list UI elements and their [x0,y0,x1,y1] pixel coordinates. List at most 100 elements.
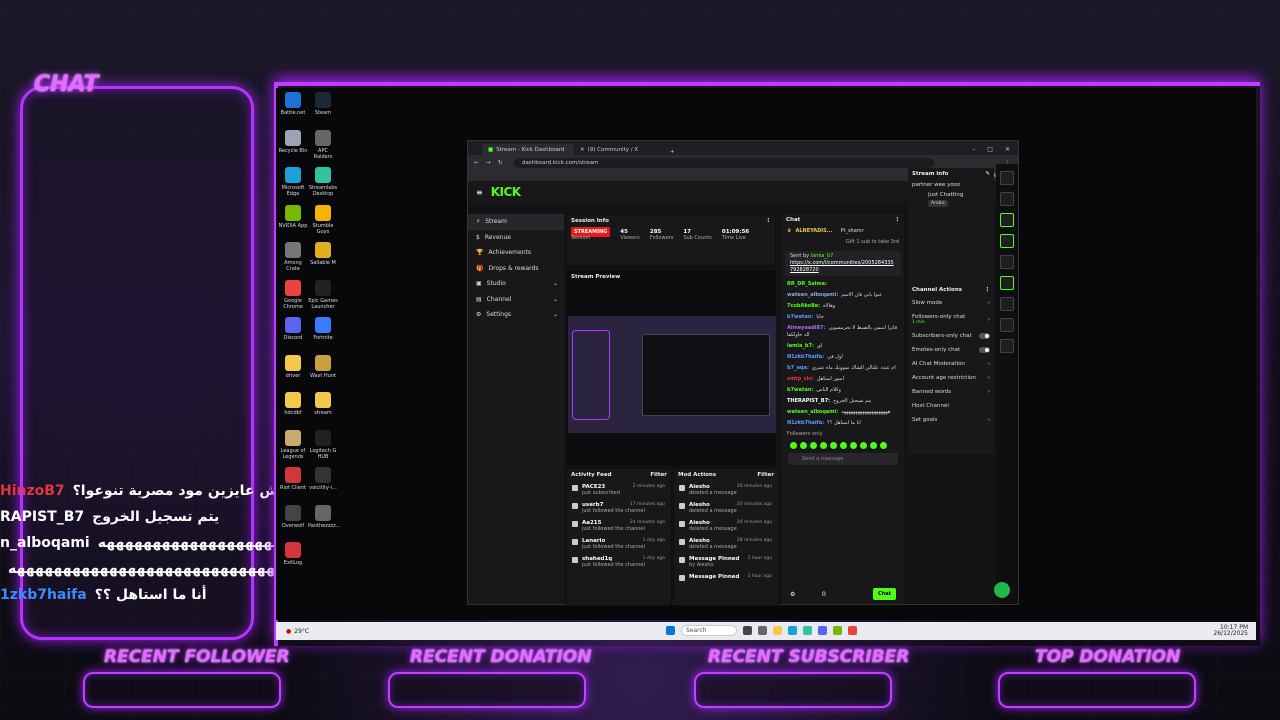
more-icon[interactable]: ⋮ [766,218,772,224]
desktop-icon[interactable]: Among Crate [278,242,308,272]
task-view-icon[interactable] [743,626,752,635]
chat-username[interactable]: lamia_b7: [787,343,814,349]
channel-action-account-age-restriction[interactable]: Account age restriction › [908,371,994,385]
widgets-icon[interactable] [758,626,767,635]
clock[interactable]: 10:17 PM 26/12/2025 [1213,625,1248,637]
start-icon[interactable] [666,626,675,635]
tab-x-community[interactable]: ✕ (9) Community / X [574,144,666,155]
desktop-icon[interactable]: NVIDIA App [278,204,308,229]
close-icon[interactable]: ✕ [1005,146,1010,153]
activity-filter[interactable]: Filter [650,472,667,478]
chat-username[interactable]: 7cobAkoBe: [787,303,820,309]
desktop-icon[interactable]: Riot Client [278,467,308,491]
edit-icon[interactable]: ✎ [985,171,990,177]
chat-username[interactable]: b7watan: [787,314,813,320]
emote-icon[interactable] [860,442,867,449]
emote-icon[interactable] [810,442,817,449]
toolbar-pen-icon[interactable] [1000,192,1014,206]
chat-more-icon[interactable]: ⋮ [895,217,901,223]
nav-item-drops-rewards[interactable]: 🎁 Drops & rewards [468,261,564,277]
nvidia-icon[interactable] [833,626,842,635]
chat-input[interactable]: Send a message [788,453,898,465]
toolbar-doc-icon[interactable] [1000,255,1014,269]
discord-icon[interactable] [818,626,827,635]
desktop-icon[interactable]: Sellable M [308,242,338,266]
chat-send-button[interactable]: Chat [873,588,896,600]
emote-icon[interactable] [850,442,857,449]
nav-item-settings[interactable]: ⚙ Settings ⌄ [468,307,564,323]
gift-user[interactable]: Pt_shamr [840,228,863,235]
desktop-icon[interactable]: Stumble Guys [308,204,338,235]
channel-action-subscribers-only-chat[interactable]: Subscribers-only chat [908,329,994,343]
desktop-icon[interactable]: Fortnite [308,317,338,341]
top-gifter[interactable]: ALNEYADIS... [795,228,832,235]
chat-username[interactable]: N1zkb7haifa: [787,420,824,426]
feed-name[interactable]: Message Pinned [689,574,739,580]
hamburger-icon[interactable]: ≡ [476,188,483,197]
nav-item-achievements[interactable]: 🏆 Achievements [468,245,564,261]
chat-username[interactable]: smtp_slo: [787,376,814,382]
pinned-link[interactable]: https://x.com/i/communities/200528433579… [790,260,894,273]
toolbar-circle-icon[interactable] [1000,171,1014,185]
desktop-icon[interactable]: Discord [278,317,308,341]
channel-action-emotes-only-chat[interactable]: Emotes-only chat [908,343,994,357]
desktop-icon[interactable]: voicitity-i... [308,467,338,491]
emote-icon[interactable] [880,442,887,449]
desktop-icon[interactable]: Microsoft Edge [278,167,308,197]
tab-kick-dashboard[interactable]: ■ Stream - Kick Dashboard [482,144,574,155]
desktop-icon[interactable]: driver [278,354,308,379]
channel-action-slow-mode[interactable]: Slow mode › [908,296,994,310]
chat-username[interactable]: THERAPIST_B7: [787,398,830,404]
toolbar-wrench-icon[interactable] [1000,339,1014,353]
nav-item-revenue[interactable]: $ Revenue [468,230,564,246]
mod-filter[interactable]: Filter [757,472,774,478]
file-explorer-icon[interactable] [773,626,782,635]
chat-username[interactable]: wateen_alboqami: [787,409,838,415]
stream-info-category[interactable]: Just Chatting [908,190,994,198]
taskbar-search[interactable]: Search [681,625,737,636]
address-bar[interactable]: dashboard.kick.com/stream [514,158,934,168]
toolbar-resize-icon[interactable] [1000,297,1014,311]
emote-icon[interactable] [790,442,797,449]
desktop-icon[interactable]: Logitech G HUB [308,429,338,460]
new-tab-icon[interactable]: + [670,149,675,155]
desktop-icon[interactable]: Steam [308,92,338,116]
channel-action-banned-words[interactable]: Banned words › [908,385,994,399]
toggle-switch[interactable] [979,347,990,353]
desktop-icon[interactable]: Overwolf [278,504,308,529]
desktop-icon[interactable]: ExitLog [278,542,308,566]
edge-icon[interactable] [788,626,797,635]
chat-username[interactable]: RR_DR_Saima: [787,281,827,287]
desktop-icon[interactable]: APC Raiders [308,129,338,160]
desktop-icon[interactable]: Epic Games Launcher [308,279,338,310]
support-chat-icon[interactable] [994,582,1010,598]
nav-item-stream[interactable]: ⚡ Stream [468,214,564,230]
emote-icon[interactable] [870,442,877,449]
chat-username[interactable]: Almeyeadi87: [787,325,825,331]
emote-icon[interactable] [800,442,807,449]
chat-username[interactable]: b7_aqa: [787,365,809,371]
chat-username[interactable]: N1zkb7haifa: [787,354,824,360]
chrome-icon[interactable] [848,626,857,635]
emote-icon[interactable] [840,442,847,449]
desktop-icon[interactable]: Streamlabs Desktop [308,167,338,197]
settings-icon[interactable]: ⚙ [790,591,795,598]
channel-actions-more-icon[interactable]: ⋮ [985,287,991,293]
toolbar-user-icon[interactable] [1000,318,1014,332]
minimize-icon[interactable]: – [972,146,975,153]
channel-action-host-channel[interactable]: Host Channel [908,399,994,413]
pinned-message[interactable]: Sent by lamia_b7 https://x.com/i/communi… [785,251,901,276]
kick-logo[interactable]: KICK [491,185,521,199]
chat-username[interactable]: b7watan: [787,387,813,393]
maximize-icon[interactable]: □ [987,146,993,153]
chat-username[interactable]: wateen_alboqami: [787,292,838,298]
toggle-switch[interactable] [979,333,990,339]
desktop-icon[interactable]: hdcdbf [278,392,308,416]
desktop-icon[interactable]: League of Legends [278,429,308,460]
nav-item-studio[interactable]: ▣ Studio ⌄ [468,276,564,292]
desktop-icon[interactable]: Wast Hunt [308,354,338,379]
toolbar-chat-icon[interactable] [1000,276,1014,290]
stream-preview-video[interactable] [568,316,776,433]
reload-icon[interactable]: ↻ [498,160,503,166]
desktop-icon[interactable]: stream [308,392,338,416]
